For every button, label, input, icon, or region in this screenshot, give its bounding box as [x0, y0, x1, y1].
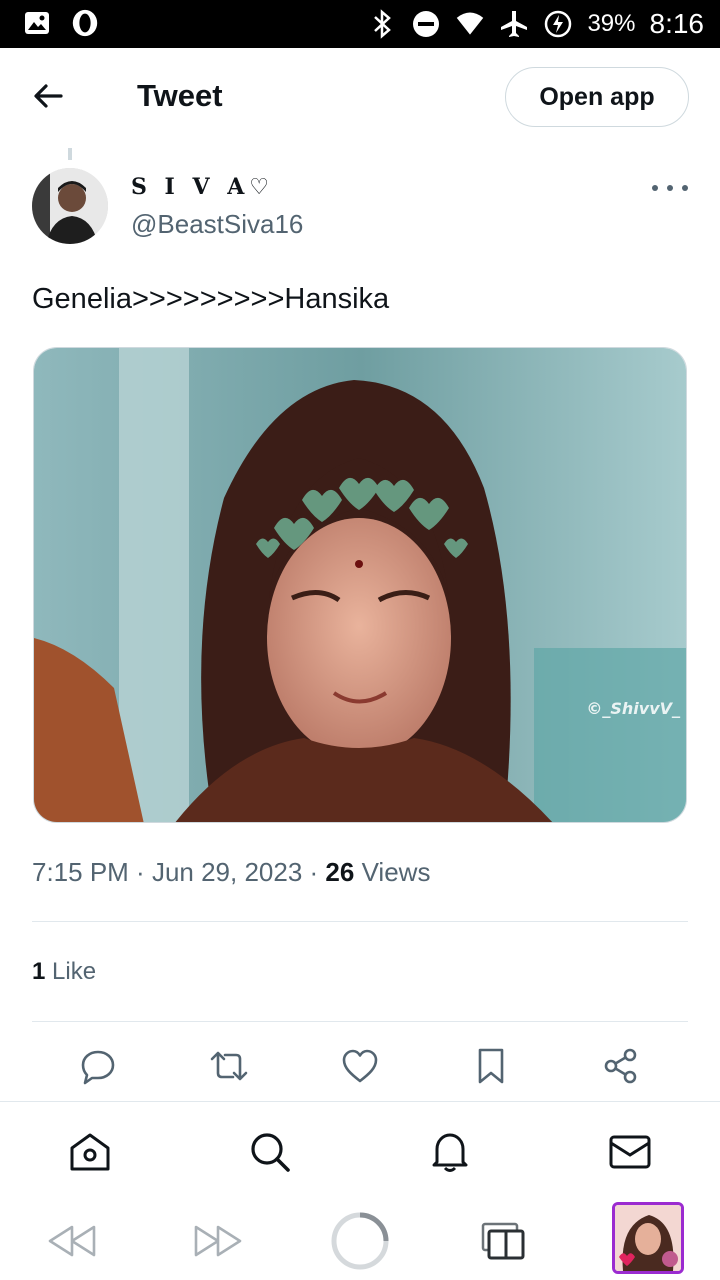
tab-thumbnail[interactable] [612, 1202, 684, 1274]
loading-icon[interactable] [330, 1211, 390, 1271]
bookmark-icon[interactable] [471, 1046, 511, 1086]
status-bar: 39% 8:16 [0, 0, 720, 48]
likes-label: Like [52, 958, 97, 985]
likes-count: 1 [32, 958, 46, 985]
views-label: Views [361, 857, 431, 887]
tweet-text: Genelia>>>>>>>>>Hansika [32, 283, 390, 315]
tabs-icon[interactable] [478, 1211, 528, 1271]
retweet-icon[interactable] [209, 1046, 249, 1086]
gallery-icon [22, 8, 52, 38]
battery-percent: 39% [587, 10, 636, 37]
bottom-navigation [0, 1101, 720, 1201]
image-watermark: ©_ShivvV_ [586, 699, 680, 718]
like-icon[interactable] [340, 1046, 380, 1086]
page-title: Tweet [137, 78, 223, 113]
browser-forward-icon[interactable] [190, 1211, 246, 1271]
browser-back-icon[interactable] [44, 1211, 100, 1271]
tweet-time[interactable]: 7:15 PM [32, 857, 129, 887]
clock: 8:16 [649, 8, 705, 39]
divider [32, 1021, 688, 1022]
messages-icon[interactable] [608, 1130, 652, 1174]
search-icon[interactable] [248, 1130, 292, 1174]
thread-line [68, 148, 72, 160]
likes-stat[interactable]: 1 Like [32, 958, 96, 986]
opera-icon [70, 8, 100, 38]
display-name[interactable]: S I V A♡ [131, 174, 274, 200]
avatar[interactable] [32, 168, 108, 244]
tweet-actions [0, 1042, 720, 1094]
top-bar: Tweet Open app [0, 48, 720, 144]
reply-icon[interactable] [78, 1046, 118, 1086]
bluetooth-icon [367, 9, 397, 39]
tweet-meta: 7:15 PM · Jun 29, 2023 · 26 Views [32, 857, 431, 887]
dnd-icon [411, 9, 441, 39]
open-app-button[interactable]: Open app [505, 67, 689, 127]
notifications-icon[interactable] [428, 1130, 472, 1174]
user-handle[interactable]: @BeastSiva16 [131, 209, 303, 240]
divider [32, 921, 688, 922]
airplane-icon [499, 9, 529, 39]
tweet-photo [34, 348, 686, 822]
wifi-icon [455, 9, 485, 39]
back-arrow-icon[interactable] [30, 78, 70, 114]
views-count: 26 [325, 857, 355, 887]
share-icon[interactable] [601, 1046, 641, 1086]
home-icon[interactable] [68, 1130, 112, 1174]
tweet-media[interactable]: ©_ShivvV_ [33, 347, 687, 823]
tweet-date[interactable]: Jun 29, 2023 [152, 857, 302, 887]
battery-charging-icon [543, 9, 573, 39]
more-options-icon[interactable] [652, 176, 688, 200]
